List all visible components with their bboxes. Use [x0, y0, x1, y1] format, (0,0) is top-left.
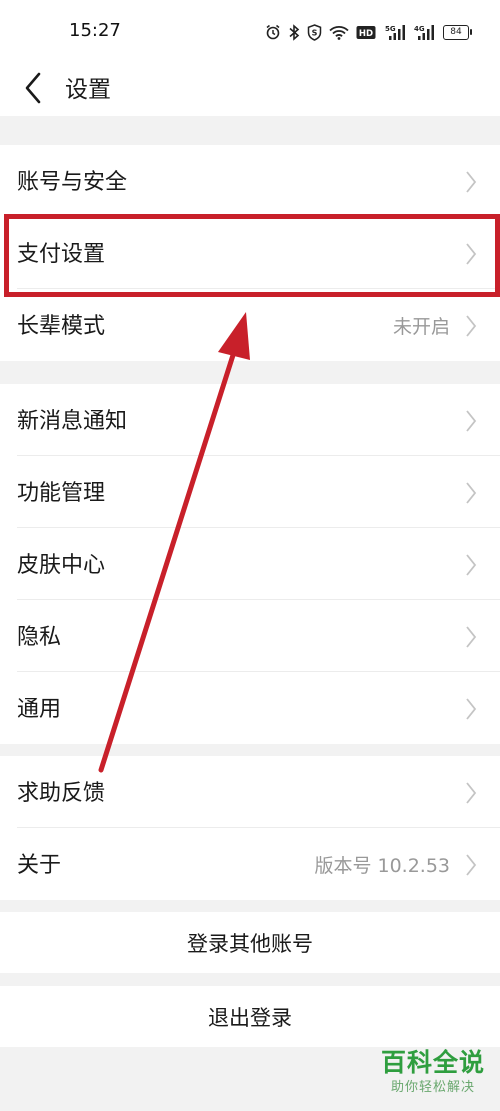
- chevron-right-icon: [466, 482, 477, 504]
- switch-account-label: 登录其他账号: [187, 932, 313, 956]
- page-title: 设置: [65, 77, 111, 103]
- settings-item-feedback[interactable]: 求助反馈: [0, 756, 500, 828]
- chevron-right-icon: [466, 171, 477, 193]
- signal-4g-icon: 4G: [414, 24, 434, 40]
- settings-item-label: 新消息通知: [17, 409, 128, 434]
- chevron-right-icon: [466, 698, 477, 720]
- settings-item-payment[interactable]: 支付设置: [0, 217, 500, 289]
- alarm-icon: [266, 24, 280, 40]
- chevron-right-icon: [466, 554, 477, 576]
- version-value: 版本号 10.2.53: [314, 855, 450, 877]
- status-bar: 15:27 S HD 5G 4G 84: [0, 0, 500, 62]
- settings-group-general: 新消息通知 功能管理 皮肤中心 隐私 通用: [0, 384, 500, 744]
- svg-text:HD: HD: [359, 29, 373, 39]
- settings-item-label: 账号与安全: [17, 170, 128, 195]
- settings-item-features[interactable]: 功能管理: [0, 456, 500, 528]
- watermark-main: 百科全说: [380, 1048, 485, 1077]
- chevron-right-icon: [466, 782, 477, 804]
- chevron-left-icon[interactable]: [20, 68, 48, 108]
- switch-account-button[interactable]: 登录其他账号: [0, 912, 500, 973]
- battery-icon: 84: [443, 24, 472, 40]
- logout-label: 退出登录: [208, 1006, 292, 1030]
- wifi-icon: [329, 25, 349, 40]
- signal-5g-icon: 5G: [385, 24, 405, 40]
- settings-item-privacy[interactable]: 隐私: [0, 600, 500, 672]
- settings-item-label: 求助反馈: [17, 781, 106, 806]
- shield-icon: S: [307, 23, 322, 41]
- svg-text:4G: 4G: [414, 25, 425, 33]
- nav-bar: 设置: [0, 62, 500, 116]
- settings-item-label: 功能管理: [17, 481, 106, 506]
- settings-item-label: 支付设置: [17, 242, 106, 267]
- chevron-right-icon: [466, 315, 477, 337]
- chevron-right-icon: [466, 243, 477, 265]
- settings-item-value: 未开启: [392, 316, 450, 338]
- settings-item-skins[interactable]: 皮肤中心: [0, 528, 500, 600]
- settings-group-account: 账号与安全 支付设置 长辈模式 未开启: [0, 145, 500, 361]
- hd-icon: HD: [356, 25, 376, 39]
- chevron-right-icon: [466, 626, 477, 648]
- settings-item-elder-mode[interactable]: 长辈模式 未开启: [0, 289, 500, 361]
- watermark-logo: 百科全说 助你轻松解决: [371, 1047, 495, 1107]
- settings-item-label: 皮肤中心: [17, 553, 106, 578]
- logout-button[interactable]: 退出登录: [0, 986, 500, 1047]
- status-time: 15:27: [69, 20, 121, 41]
- settings-item-label: 隐私: [17, 625, 62, 650]
- bluetooth-icon: [289, 23, 300, 41]
- settings-group-about: 求助反馈 关于 版本号 10.2.53: [0, 756, 500, 900]
- svg-text:5G: 5G: [385, 25, 396, 33]
- chevron-right-icon: [466, 410, 477, 432]
- settings-item-about[interactable]: 关于 版本号 10.2.53: [0, 828, 500, 900]
- svg-text:S: S: [312, 28, 318, 37]
- settings-item-label: 通用: [17, 697, 62, 722]
- settings-item-general[interactable]: 通用: [0, 672, 500, 744]
- battery-level: 84: [443, 24, 469, 40]
- settings-item-account-security[interactable]: 账号与安全: [0, 145, 500, 217]
- status-icons: S HD 5G 4G 84: [265, 22, 472, 42]
- settings-item-label: 长辈模式: [17, 314, 106, 339]
- chevron-right-icon: [466, 854, 477, 876]
- settings-item-label: 关于: [17, 853, 62, 878]
- watermark-sub: 助你轻松解决: [390, 1080, 475, 1095]
- settings-item-notifications[interactable]: 新消息通知: [0, 384, 500, 456]
